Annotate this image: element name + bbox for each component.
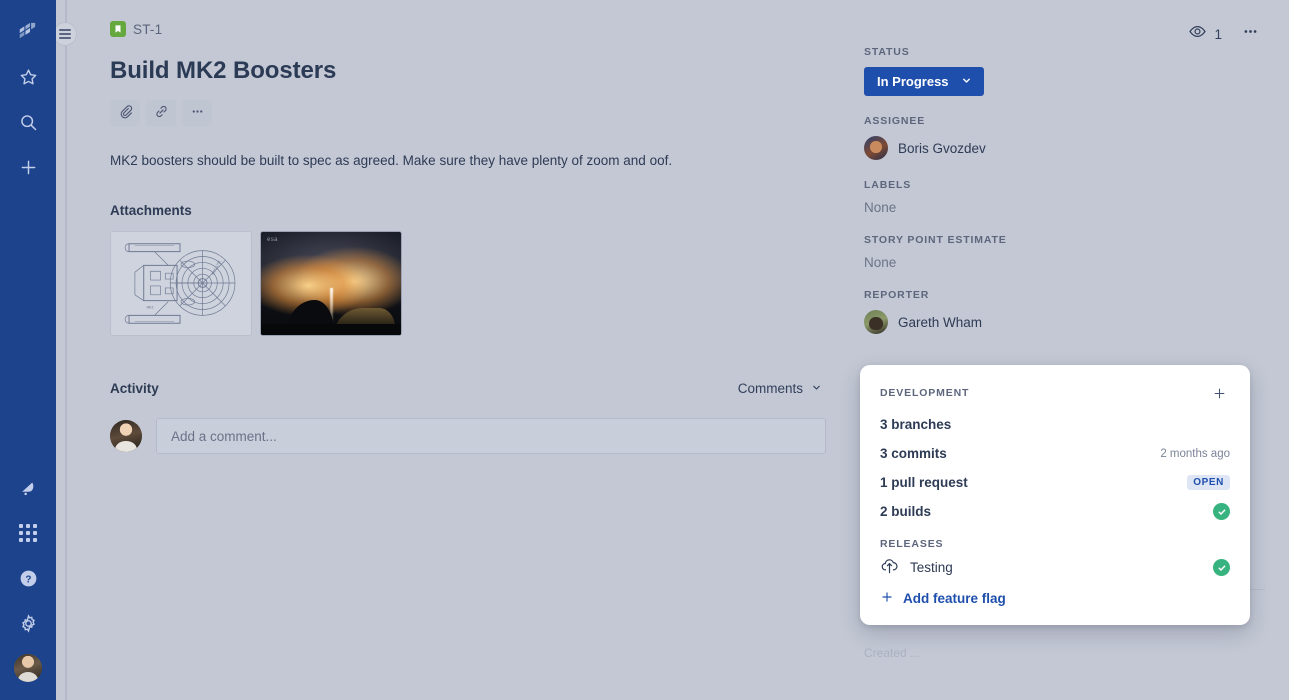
labels-label: Labels bbox=[864, 179, 912, 191]
starred-icon[interactable] bbox=[10, 59, 46, 95]
assignee-field: Assignee Boris Gvozdev bbox=[864, 115, 1265, 160]
add-comment-input[interactable] bbox=[156, 418, 826, 455]
release-left: Testing bbox=[880, 556, 953, 580]
builds-success-icon bbox=[1213, 503, 1230, 520]
help-icon[interactable]: ? bbox=[10, 560, 46, 596]
reporter-field: Reporter Gareth Wham bbox=[864, 289, 1265, 334]
release-row[interactable]: Testing bbox=[880, 553, 1230, 582]
reporter-name: Gareth Wham bbox=[898, 314, 983, 330]
attachments-list: NCC-1701 MK2 esa bbox=[110, 231, 826, 337]
story-points-label: Story point estimate bbox=[864, 234, 1007, 246]
commits-row[interactable]: 3 commits 2 months ago bbox=[880, 439, 1230, 468]
add-development-button[interactable] bbox=[1208, 382, 1230, 404]
global-sidebar: ? bbox=[0, 0, 56, 700]
chevron-down-icon bbox=[811, 381, 822, 396]
issue-action-buttons bbox=[110, 99, 826, 126]
issue-description[interactable]: MK2 boosters should be built to spec as … bbox=[110, 151, 826, 171]
breadcrumb: ST-1 bbox=[110, 18, 826, 40]
cloud-upload-icon bbox=[880, 556, 899, 580]
commits-link: 3 commits bbox=[880, 446, 947, 461]
story-type-icon bbox=[110, 21, 126, 37]
development-header: Development bbox=[880, 382, 1230, 404]
global-sidebar-bottom: ? bbox=[10, 470, 46, 700]
divider-line bbox=[65, 0, 67, 700]
release-success-icon bbox=[1213, 559, 1230, 576]
attachment-thumbnail-launch[interactable]: esa bbox=[260, 231, 402, 337]
profile-avatar[interactable] bbox=[10, 650, 46, 686]
status-field: Status In Progress bbox=[864, 46, 1265, 96]
page-title[interactable]: Build MK2 Boosters bbox=[110, 57, 826, 86]
reporter-value-row[interactable]: Gareth Wham bbox=[864, 310, 1265, 334]
pull-request-status-badge: OPEN bbox=[1187, 475, 1230, 490]
add-comment-row bbox=[110, 418, 826, 455]
story-points-field: Story point estimate None bbox=[864, 234, 1265, 270]
settings-gear-icon[interactable] bbox=[10, 605, 46, 641]
watch-count: 1 bbox=[1214, 26, 1222, 42]
attach-button[interactable] bbox=[110, 99, 140, 126]
global-sidebar-top bbox=[10, 0, 46, 185]
release-name: Testing bbox=[910, 560, 953, 575]
jira-issue-view: ? ST-1 Build MK2 Boosters MK2 boosters s… bbox=[0, 0, 1289, 700]
eye-icon bbox=[1188, 22, 1207, 46]
development-label: Development bbox=[880, 387, 970, 399]
status-value: In Progress bbox=[877, 74, 949, 89]
search-icon[interactable] bbox=[10, 104, 46, 140]
commits-timestamp: 2 months ago bbox=[1160, 447, 1230, 460]
ellipsis-icon bbox=[1242, 23, 1259, 45]
builds-link: 2 builds bbox=[880, 504, 932, 519]
watch-button[interactable]: 1 bbox=[1181, 18, 1229, 50]
labels-field: Labels None bbox=[864, 179, 1265, 215]
created-timestamp: Created ... bbox=[864, 646, 921, 660]
pull-requests-link: 1 pull request bbox=[880, 475, 968, 490]
issue-main-column: ST-1 Build MK2 Boosters MK2 boosters sho… bbox=[110, 18, 850, 700]
assignee-avatar bbox=[864, 136, 888, 160]
builds-row[interactable]: 2 builds bbox=[880, 497, 1230, 526]
avatar bbox=[14, 654, 42, 682]
branches-link: 3 branches bbox=[880, 417, 952, 432]
activity-header: Activity Comments bbox=[110, 379, 826, 398]
assignee-value-row[interactable]: Boris Gvozdev bbox=[864, 136, 1265, 160]
chevron-down-icon bbox=[961, 74, 972, 89]
plus-icon bbox=[880, 590, 894, 607]
expand-sidebar-button[interactable] bbox=[53, 22, 77, 46]
activity-filter-comments[interactable]: Comments bbox=[734, 379, 826, 398]
more-issue-actions-button[interactable] bbox=[182, 99, 212, 126]
attachment-thumbnail-blueprint[interactable]: NCC-1701 MK2 bbox=[110, 231, 252, 337]
issue-header-actions: 1 bbox=[1181, 18, 1265, 50]
assignee-name: Boris Gvozdev bbox=[898, 140, 986, 156]
svg-text:?: ? bbox=[25, 574, 31, 585]
development-panel: Development 3 branches 3 commits 2 month… bbox=[860, 365, 1250, 625]
paperclip-icon bbox=[118, 104, 133, 122]
labels-value[interactable]: None bbox=[864, 200, 1265, 215]
activity-filter-label: Comments bbox=[737, 381, 803, 397]
add-feature-flag-button[interactable]: Add feature flag bbox=[880, 590, 1230, 607]
breadcrumb-issue-key[interactable]: ST-1 bbox=[133, 22, 162, 37]
photo-watermark: esa bbox=[267, 237, 278, 244]
reporter-label: Reporter bbox=[864, 289, 930, 301]
reporter-avatar bbox=[864, 310, 888, 334]
assignee-label: Assignee bbox=[864, 115, 926, 127]
launch-photo-art: esa bbox=[261, 232, 401, 336]
panel-divider bbox=[53, 0, 77, 700]
activity-heading: Activity bbox=[110, 381, 159, 397]
notifications-icon[interactable] bbox=[10, 470, 46, 506]
status-dropdown-button[interactable]: In Progress bbox=[864, 67, 984, 96]
add-feature-flag-label: Add feature flag bbox=[903, 591, 1006, 606]
link-icon bbox=[154, 104, 169, 122]
ellipsis-icon bbox=[190, 104, 205, 122]
jira-logo[interactable] bbox=[10, 14, 46, 50]
branches-row[interactable]: 3 branches bbox=[880, 410, 1230, 439]
create-icon[interactable] bbox=[10, 149, 46, 185]
releases-label: Releases bbox=[880, 538, 944, 550]
svg-text:MK2: MK2 bbox=[147, 306, 154, 310]
attachments-heading: Attachments bbox=[110, 203, 192, 219]
link-issue-button[interactable] bbox=[146, 99, 176, 126]
story-points-value[interactable]: None bbox=[864, 255, 1265, 270]
current-user-avatar bbox=[110, 420, 142, 453]
pull-requests-row[interactable]: 1 pull request OPEN bbox=[880, 468, 1230, 497]
issue-more-menu-button[interactable] bbox=[1235, 21, 1265, 47]
hamburger-icon bbox=[59, 29, 71, 39]
app-switcher-icon[interactable] bbox=[10, 515, 46, 551]
